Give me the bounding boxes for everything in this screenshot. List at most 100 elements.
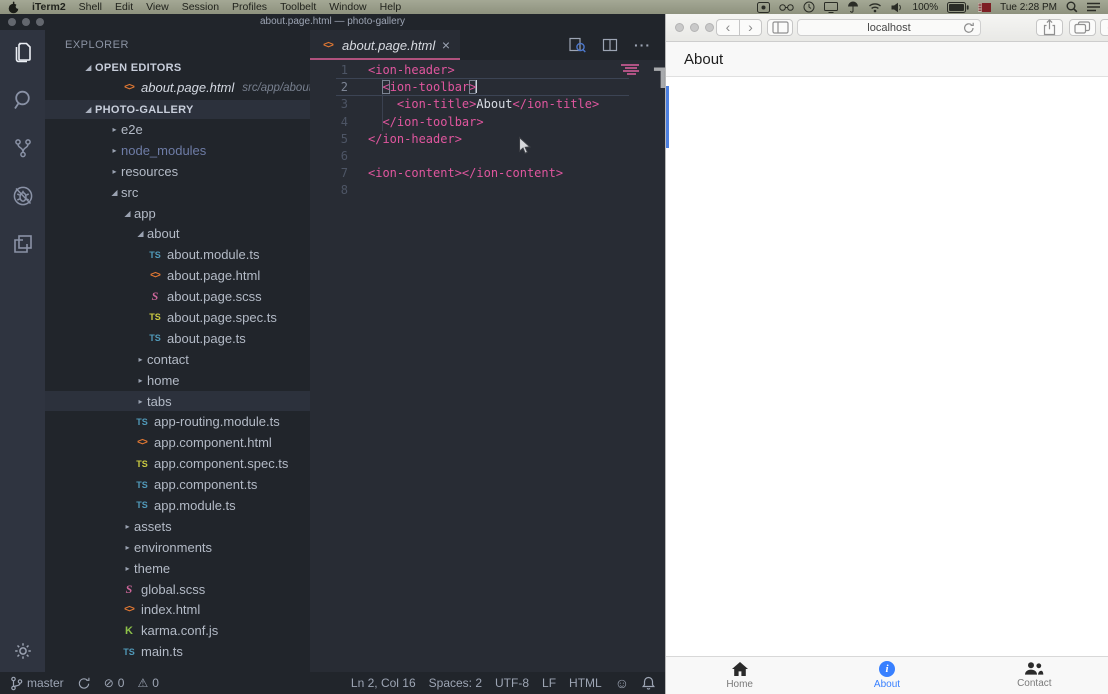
vscode-titlebar[interactable]: about.page.html — photo-gallery <box>0 14 665 30</box>
code-line-2[interactable]: 2 <ion-toolbar> <box>310 79 665 96</box>
glasses-icon[interactable] <box>779 3 794 12</box>
clock-icon[interactable] <box>803 1 815 13</box>
status-master[interactable]: master <box>10 676 64 691</box>
share-button[interactable] <box>1036 19 1063 36</box>
folder-e2e[interactable]: ▸e2e <box>45 119 310 140</box>
code-line-7[interactable]: 7<ion-content></ion-content> <box>310 165 665 182</box>
status-html[interactable]: HTML <box>569 676 602 690</box>
status-0[interactable]: ⚠0 <box>137 676 158 690</box>
folder-resources[interactable]: ▸resources <box>45 161 310 182</box>
code-line-4[interactable]: 4 </ion-toolbar> <box>310 114 665 131</box>
status-spaces-2[interactable]: Spaces: 2 <box>429 676 482 690</box>
git-icon[interactable] <box>11 136 35 160</box>
close-button[interactable] <box>675 23 684 32</box>
folder-assets[interactable]: ▸assets <box>45 516 310 537</box>
file-app.component.html[interactable]: <>app.component.html <box>45 432 310 453</box>
folder-node_modules[interactable]: ▸node_modules <box>45 140 310 161</box>
file-about.page.html[interactable]: <>about.page.html <box>45 265 310 286</box>
menu-view[interactable]: View <box>146 0 169 14</box>
more-actions-icon[interactable]: ··· <box>634 37 651 53</box>
file-index.html[interactable]: <>index.html <box>45 599 310 620</box>
files-icon[interactable] <box>11 40 35 64</box>
menu-toolbelt[interactable]: Toolbelt <box>280 0 316 14</box>
folder-src[interactable]: ◢src <box>45 182 310 203</box>
menu-window[interactable]: Window <box>329 0 366 14</box>
folder-app[interactable]: ◢app <box>45 203 310 224</box>
code-line-6[interactable]: 6 <box>310 148 665 165</box>
file-app-routing.module.ts[interactable]: TSapp-routing.module.ts <box>45 411 310 432</box>
close-tab-icon[interactable]: × <box>442 38 450 52</box>
address-bar[interactable]: localhost <box>797 19 981 36</box>
file-app.module.ts[interactable]: TSapp.module.ts <box>45 495 310 516</box>
folder-home[interactable]: ▸home <box>45 370 310 391</box>
display-icon[interactable] <box>824 2 838 13</box>
apple-icon[interactable] <box>8 1 19 14</box>
file-about.page.ts[interactable]: TSabout.page.ts <box>45 328 310 349</box>
file-main.ts[interactable]: TSmain.ts <box>45 641 310 662</box>
close-button[interactable] <box>8 18 16 26</box>
menu-shell[interactable]: Shell <box>79 0 102 14</box>
back-button[interactable]: ‹ <box>716 19 739 36</box>
flag-icon[interactable] <box>978 3 991 12</box>
sync-status[interactable] <box>77 677 91 690</box>
forward-button[interactable]: › <box>739 19 762 36</box>
open-editors-header[interactable]: ◢ OPEN EDITORS <box>45 58 310 77</box>
file-app.component.ts[interactable]: TSapp.component.ts <box>45 474 310 495</box>
new-tab-button[interactable]: + <box>1100 19 1108 36</box>
menu-iterm2[interactable]: iTerm2 <box>32 0 66 14</box>
folder-environments[interactable]: ▸environments <box>45 537 310 558</box>
tab-home[interactable]: Home <box>666 657 813 694</box>
minimize-button[interactable] <box>22 18 30 26</box>
file-about.page.scss[interactable]: Sabout.page.scss <box>45 286 310 307</box>
menu-profiles[interactable]: Profiles <box>232 0 267 14</box>
file-app.component.spec.ts[interactable]: TSapp.component.spec.ts <box>45 453 310 474</box>
folder-contact[interactable]: ▸contact <box>45 349 310 370</box>
status-0[interactable]: ⊘0 <box>104 676 125 690</box>
file-karma.conf.js[interactable]: Kkarma.conf.js <box>45 620 310 641</box>
code-line-8[interactable]: 8 <box>310 182 665 199</box>
wifi-icon[interactable] <box>868 2 882 13</box>
open-preview-icon[interactable] <box>569 37 586 53</box>
file-about.module.ts[interactable]: TSabout.module.ts <box>45 244 310 265</box>
code-editor[interactable]: 1<ion-header>2 <ion-toolbar>3 <ion-title… <box>310 60 665 672</box>
open-editor-item[interactable]: <> about.page.html src/app/about <box>45 77 310 98</box>
split-editor-icon[interactable] <box>602 37 618 53</box>
tab-contact[interactable]: Contact <box>961 657 1108 694</box>
status-utf-8[interactable]: UTF-8 <box>495 676 529 690</box>
file-global.scss[interactable]: Sglobal.scss <box>45 579 310 600</box>
file-about.page.spec.ts[interactable]: TSabout.page.spec.ts <box>45 307 310 328</box>
extensions-icon[interactable] <box>11 232 35 256</box>
tab-about[interactable]: iAbout <box>813 657 960 694</box>
menubar-clock[interactable]: Tue 2:28 PM <box>1000 2 1057 13</box>
project-header[interactable]: ◢ PHOTO-GALLERY <box>45 100 310 119</box>
menu-help[interactable]: Help <box>380 0 402 14</box>
zoom-button[interactable] <box>705 23 714 32</box>
battery-icon[interactable] <box>947 2 969 13</box>
umbrella-icon[interactable] <box>847 1 859 13</box>
minimap[interactable] <box>617 63 647 76</box>
menu-list-icon[interactable] <box>1087 2 1100 12</box>
folder-theme[interactable]: ▸theme <box>45 558 310 579</box>
spotlight-icon[interactable] <box>1066 1 1078 13</box>
search-icon[interactable] <box>11 88 35 112</box>
status-ln-2-col-16[interactable]: Ln 2, Col 16 <box>351 676 416 690</box>
status-lf[interactable]: LF <box>542 676 556 690</box>
smiley-status[interactable]: ☺ <box>615 675 629 691</box>
folder-tabs[interactable]: ▸tabs <box>45 391 310 412</box>
code-line-3[interactable]: 3 <ion-title>About</ion-title> <box>310 96 665 113</box>
show-tabs-button[interactable] <box>1069 19 1096 36</box>
code-line-1[interactable]: 1<ion-header> <box>310 62 665 79</box>
debug-icon[interactable] <box>11 184 35 208</box>
tab-about-page-html[interactable]: <> about.page.html × <box>310 30 460 60</box>
volume-icon[interactable] <box>891 2 904 13</box>
menu-edit[interactable]: Edit <box>115 0 133 14</box>
screenshot-icon[interactable] <box>757 2 770 13</box>
bell-status[interactable] <box>642 676 655 690</box>
folder-about[interactable]: ◢about <box>45 223 310 244</box>
sidebar-button[interactable] <box>767 19 793 36</box>
minimize-button[interactable] <box>690 23 699 32</box>
settings-gear-icon[interactable] <box>0 642 45 660</box>
code-line-5[interactable]: 5</ion-header> <box>310 131 665 148</box>
menu-session[interactable]: Session <box>182 0 219 14</box>
zoom-button[interactable] <box>36 18 44 26</box>
